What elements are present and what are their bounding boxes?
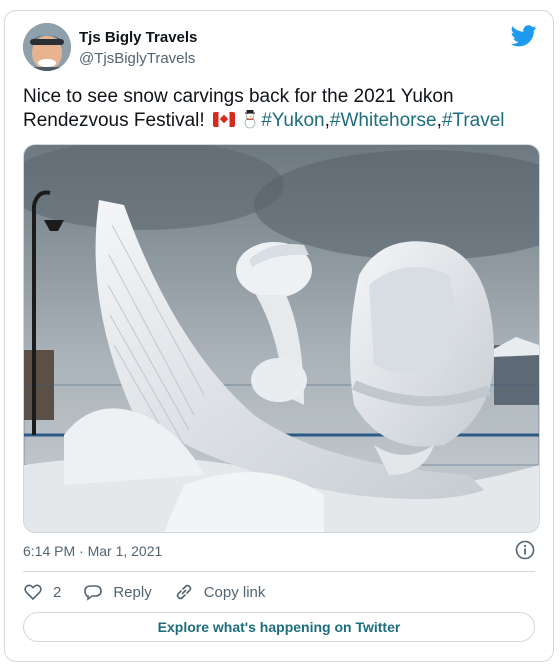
reply-icon (84, 585, 103, 601)
reply-label: Reply (113, 583, 152, 601)
canada-flag-icon (212, 112, 235, 127)
author-name[interactable]: Tjs Bigly Travels (79, 29, 197, 46)
reply-button[interactable]: Reply (83, 582, 152, 602)
snowman-icon (244, 110, 256, 129)
like-button[interactable]: 2 (23, 582, 61, 602)
snow-sculpture-image (24, 145, 539, 532)
explore-button[interactable]: Explore what's happening on Twitter (23, 612, 535, 642)
author-avatar[interactable] (23, 23, 71, 71)
like-count: 2 (53, 583, 62, 601)
tweet-text: Nice to see snow carvings back for the 2… (23, 85, 543, 133)
hashtag-yukon[interactable]: #Yukon (261, 110, 324, 131)
tweet-card: Tjs Bigly Travels @TjsBiglyTravels Nice … (4, 10, 554, 662)
divider (23, 571, 535, 572)
info-icon[interactable] (515, 540, 535, 560)
action-bar: 2 Reply Copy link (23, 580, 287, 604)
copy-link-button[interactable]: Copy link (174, 582, 266, 602)
hashtag-travel[interactable]: #Travel (442, 110, 505, 131)
link-icon (176, 584, 191, 600)
heart-icon (24, 584, 42, 601)
copy-link-label: Copy link (203, 583, 266, 601)
twitter-bird-icon[interactable] (511, 25, 537, 47)
hashtag-whitehorse[interactable]: #Whitehorse (330, 110, 437, 131)
author-handle[interactable]: @TjsBiglyTravels (79, 50, 195, 67)
tweet-timestamp[interactable]: 6:14 PM · Mar 1, 2021 (23, 543, 162, 559)
tweet-photo[interactable] (23, 144, 540, 533)
